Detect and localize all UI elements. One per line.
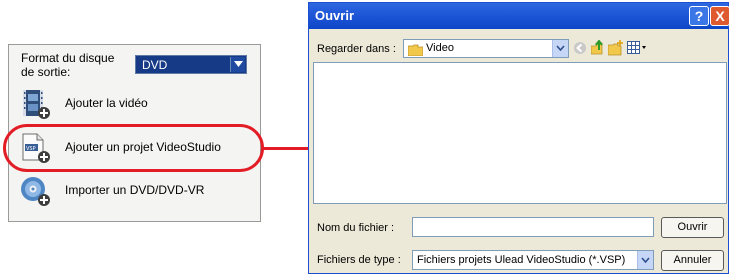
file-name-input[interactable] bbox=[412, 217, 654, 237]
file-type-dropdown[interactable]: Fichiers projets Ulead VideoStudio (*.VS… bbox=[412, 250, 654, 270]
back-icon[interactable] bbox=[573, 41, 587, 60]
film-strip-icon bbox=[19, 88, 51, 120]
format-dropdown[interactable]: DVD bbox=[135, 55, 247, 74]
add-video-button[interactable]: Ajouter la vidéo bbox=[19, 88, 254, 120]
callout-connector-line bbox=[263, 147, 308, 150]
close-button[interactable]: X bbox=[710, 6, 729, 26]
look-in-label: Regarder dans : bbox=[317, 43, 396, 55]
file-name-label: Nom du fichier : bbox=[317, 222, 395, 234]
folder-icon bbox=[407, 43, 424, 61]
dvd-disc-icon bbox=[19, 175, 51, 207]
dialog-title: Ouvrir bbox=[315, 8, 355, 23]
highlight-ellipse bbox=[3, 124, 264, 172]
dialog-titlebar[interactable]: Ouvrir ? X bbox=[309, 3, 729, 29]
help-icon: ? bbox=[694, 8, 704, 24]
cancel-button[interactable]: Annuler bbox=[661, 250, 724, 271]
import-dvd-label: Importer un DVD/DVD-VR bbox=[65, 183, 205, 197]
add-video-label: Ajouter la vidéo bbox=[65, 96, 148, 110]
format-dropdown-value: DVD bbox=[142, 58, 168, 72]
look-in-value: Video bbox=[426, 42, 454, 54]
look-in-dropdown[interactable]: Video bbox=[403, 39, 569, 58]
file-type-label: Fichiers de type : bbox=[317, 254, 401, 266]
open-button[interactable]: Ouvrir bbox=[661, 217, 724, 238]
open-dialog: Ouvrir ? X Regarder dans : Video Nom du … bbox=[308, 2, 729, 274]
views-menu-icon[interactable] bbox=[627, 41, 647, 60]
format-label-line1: Format du disque bbox=[21, 51, 115, 65]
format-label: Format du disque de sortie: bbox=[21, 51, 114, 79]
up-folder-icon[interactable] bbox=[590, 39, 606, 61]
chevron-down-icon[interactable] bbox=[552, 40, 568, 57]
format-label-line2: de sortie: bbox=[21, 65, 71, 79]
chevron-down-icon[interactable] bbox=[230, 57, 245, 72]
close-icon: X bbox=[715, 8, 725, 24]
chevron-down-icon[interactable] bbox=[637, 251, 653, 269]
help-button[interactable]: ? bbox=[689, 6, 709, 26]
import-dvd-button[interactable]: Importer un DVD/DVD-VR bbox=[19, 175, 254, 207]
file-list[interactable] bbox=[313, 62, 727, 204]
new-folder-icon[interactable] bbox=[607, 40, 624, 61]
file-type-value: Fichiers projets Ulead VideoStudio (*.VS… bbox=[417, 254, 626, 266]
